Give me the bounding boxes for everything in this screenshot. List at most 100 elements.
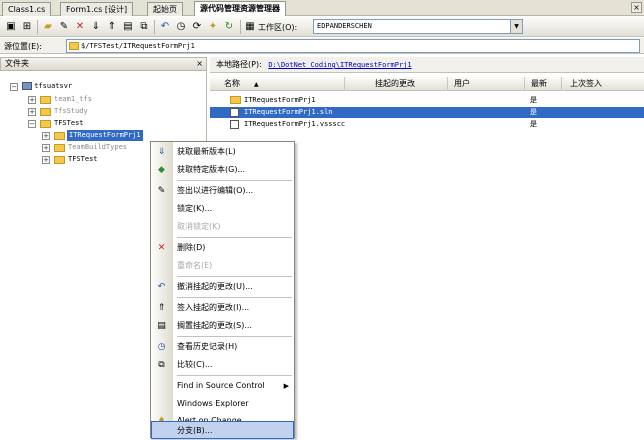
add-to-source-control-icon[interactable]: ⊞ <box>20 20 34 34</box>
tree-node-teambuildtypes[interactable]: TeamBuildTypes <box>68 142 127 153</box>
delete-icon[interactable]: ✕ <box>73 20 87 34</box>
file-name: ITRequestFormPrj1.sln <box>244 108 333 116</box>
tab-start-page[interactable]: 起始页 <box>147 2 183 16</box>
folder-icon <box>40 120 51 128</box>
expand-icon[interactable]: + <box>42 144 50 152</box>
undo-icon[interactable]: ↶ <box>158 20 172 34</box>
workspace-label: 工作区(O): <box>258 23 298 32</box>
chevron-right-icon: ▶ <box>283 382 289 390</box>
expand-icon[interactable]: + <box>42 156 50 164</box>
folder-icon <box>54 144 65 152</box>
expand-icon[interactable]: + <box>28 108 36 116</box>
source-location-label: 源位置(E): <box>4 42 42 51</box>
sync-icon[interactable]: ⟳ <box>190 20 204 34</box>
workspace-select[interactable]: EDPANDERSCHEN ▼ <box>313 19 523 34</box>
compare-icon[interactable]: ⧉ <box>137 20 151 34</box>
close-icon[interactable]: × <box>631 2 642 13</box>
tab-form1-design[interactable]: Form1.cs [设计] <box>60 2 134 16</box>
menu-item-checkin[interactable]: ⇑ 签入挂起的更改(I)... <box>151 299 294 317</box>
menu-item-find-in-source-control[interactable]: Find in Source Control ▶ <box>151 377 294 395</box>
undo-icon: ↶ <box>157 282 166 292</box>
table-row[interactable]: ITRequestFormPrj1.sln 是 <box>210 107 644 118</box>
file-list-header: 名称 ▲ 挂起的更改 用户 最新 上次签入 <box>210 77 644 91</box>
tree-node-label: tfsuatsvr <box>34 82 73 90</box>
expand-icon[interactable]: + <box>28 96 36 104</box>
menu-item-delete[interactable]: ✕ 删除(D) <box>151 239 294 257</box>
menu-item-windows-explorer[interactable]: Windows Explorer <box>151 395 294 413</box>
file-icon <box>230 120 239 129</box>
get-latest-icon[interactable]: ⇓ <box>89 20 103 34</box>
tab-class1-cs[interactable]: Class1.cs <box>2 2 52 16</box>
open-folder-icon[interactable]: ▰ <box>41 20 55 34</box>
local-path-link[interactable]: D:\DotNet_Coding\ITRequestFormPrj1 <box>268 61 411 69</box>
menu-item-rename: 重命名(E) <box>177 261 213 270</box>
tree-node-itrequestformprj1[interactable]: ITRequestFormPrj1 <box>67 130 143 141</box>
collapse-icon[interactable]: − <box>28 120 36 128</box>
menu-item-lock[interactable]: 锁定(K)... <box>151 200 294 218</box>
tree-node-root[interactable]: tfsuatsvr <box>22 81 72 92</box>
chevron-down-icon[interactable]: ▼ <box>510 20 522 33</box>
column-header-last-checkin[interactable]: 上次签入 <box>562 77 644 91</box>
column-header-latest[interactable]: 最新 <box>525 77 562 91</box>
checkout-icon[interactable]: ✎ <box>57 20 71 34</box>
close-icon[interactable]: × <box>196 58 203 70</box>
folders-pane-header: 文件夹 × <box>0 57 207 71</box>
local-path-label: 本地路径(P): <box>216 60 262 69</box>
folder-icon <box>40 96 51 104</box>
file-name: ITRequestFormPrj1.vssscc <box>244 120 346 128</box>
folders-pane-title: 文件夹 <box>5 59 29 68</box>
checkin-icon[interactable]: ⇑ <box>105 20 119 34</box>
properties-icon[interactable]: ✦ <box>206 20 220 34</box>
menu-item-undo-pending[interactable]: ↶ 撤消挂起的更改(U)... <box>151 278 294 296</box>
local-path-bar: 本地路径(P): D:\DotNet_Coding\ITRequestFormP… <box>210 57 644 73</box>
delete-icon: ✕ <box>157 243 166 253</box>
compare-icon: ⧉ <box>158 360 165 370</box>
context-menu: ⇓ 获取最新版本(L) ◆ 获取特定版本(G)... ✎ 签出以进行编辑(O).… <box>150 141 295 439</box>
add-folder-icon[interactable]: ▣ <box>4 20 18 34</box>
shield-icon: ◆ <box>158 165 165 175</box>
checkout-icon: ✎ <box>157 186 166 196</box>
folder-icon <box>230 96 241 104</box>
refresh-icon[interactable]: ↻ <box>222 20 236 34</box>
table-row[interactable]: ITRequestFormPrj1.vssscc 是 <box>210 119 644 130</box>
history-icon[interactable]: ◷ <box>174 20 188 34</box>
tree-node-tfstest[interactable]: TFSTest <box>54 118 84 129</box>
tree-node-team1-tfs[interactable]: team1_tfs <box>54 94 92 105</box>
file-latest: 是 <box>530 108 537 116</box>
shelve-icon: ▤ <box>157 321 166 331</box>
file-latest: 是 <box>530 120 537 128</box>
shelve-icon[interactable]: ▤ <box>121 20 135 34</box>
source-location-path: $/TFSTest/ITRequestFormPrj1 <box>81 42 195 50</box>
menu-item-shelve[interactable]: ▤ 搁置挂起的更改(S)... <box>151 317 294 335</box>
menu-item-branch[interactable]: 分支(B)... <box>151 421 294 439</box>
server-icon <box>22 82 32 90</box>
get-latest-icon: ⇓ <box>157 147 166 157</box>
menu-item-unlock: 取消锁定(K) <box>177 222 221 231</box>
column-header-user[interactable]: 用户 <box>448 77 525 91</box>
toolbar: ▣ ⊞ ▰ ✎ ✕ ⇓ ⇑ ▤ ⧉ ↶ ◷ ⟳ ✦ ↻ ▦ 工作区(O): ED… <box>0 17 644 37</box>
file-name: ITRequestFormPrj1 <box>244 96 316 104</box>
workspace-icon: ▦ <box>245 21 255 32</box>
table-row[interactable]: ITRequestFormPrj1 是 <box>210 95 644 106</box>
expand-icon[interactable]: + <box>42 132 50 140</box>
file-latest: 是 <box>530 96 537 104</box>
tab-source-control-explorer[interactable]: 源代码管理资源管理器 <box>194 1 286 16</box>
menu-item-get-latest[interactable]: ⇓ 获取最新版本(L) <box>151 143 294 161</box>
menu-item-view-history[interactable]: ◷ 查看历史记录(H) <box>151 338 294 356</box>
column-header-pending-change[interactable]: 挂起的更改 <box>345 77 448 91</box>
folder-icon <box>54 132 65 140</box>
menu-item-get-specific-version[interactable]: ◆ 获取特定版本(G)... <box>151 161 294 179</box>
menu-item-checkout[interactable]: ✎ 签出以进行编辑(O)... <box>151 182 294 200</box>
collapse-icon[interactable]: − <box>10 83 18 91</box>
tree-node-tfstest-child[interactable]: TFSTest <box>68 154 98 165</box>
menu-item-compare[interactable]: ⧉ 比较(C)... <box>151 356 294 374</box>
tree-node-tfsstudy[interactable]: TfsStudy <box>54 106 88 117</box>
checkin-icon: ⇑ <box>157 303 166 313</box>
workspace-value: EDPANDERSCHEN <box>317 22 372 30</box>
document-tab-bar: Class1.cs Form1.cs [设计] 起始页 源代码管理资源管理器 × <box>0 0 644 16</box>
source-location-field[interactable]: $/TFSTest/ITRequestFormPrj1 <box>66 39 640 53</box>
column-header-name[interactable]: 名称 ▲ <box>210 77 345 91</box>
folder-icon <box>69 42 79 50</box>
folder-icon <box>54 156 65 164</box>
folder-icon <box>40 108 51 116</box>
